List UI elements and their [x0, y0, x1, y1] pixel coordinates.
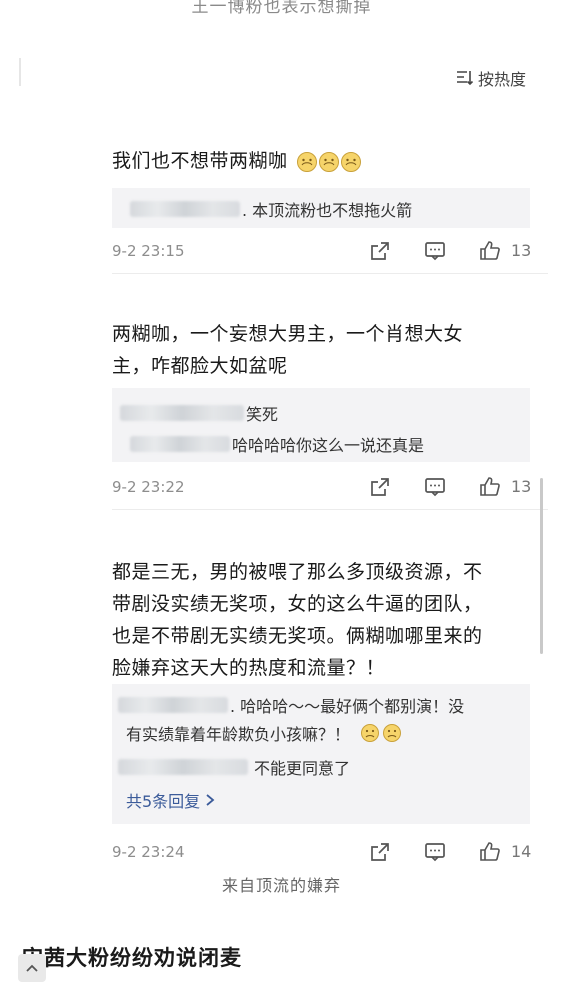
reply-text: 哈哈哈哈你这么一说还真是 [232, 436, 425, 455]
left-divider [19, 58, 21, 86]
like-count: 13 [511, 477, 532, 496]
thumbs-up-icon[interactable] [478, 239, 502, 263]
comment-meta-2: 9-2 23:22 13 [112, 475, 532, 499]
thumbs-up-icon[interactable] [478, 475, 502, 499]
blurred-username [120, 405, 244, 421]
comment-text-line: 主，咋都脸大如盆呢 [112, 355, 288, 377]
chevron-up-icon [26, 964, 38, 972]
footer-caption: 来自顶流的嫌弃 [221, 876, 341, 895]
sort-by-hot-button[interactable]: 按热度 [455, 66, 526, 90]
comment-text-line: 都是三无，男的被喂了那么多顶级资源，不 [112, 561, 483, 583]
blurred-username [118, 759, 248, 775]
reply-item[interactable]: 不能更同意了 [118, 754, 350, 780]
comment-3: 都是三无，男的被喂了那么多顶级资源，不 带剧没实绩无奖项，女的这么牛逼的团队， … [112, 556, 532, 684]
sad-face-emoji-icon [361, 724, 402, 742]
reply-text: . 哈哈哈～～最好俩个都别演！没 [230, 697, 465, 716]
reply-item[interactable]: . 本顶流粉也不想拖火箭 [130, 196, 412, 222]
like-count: 13 [511, 241, 532, 260]
comment-2: 两糊咖，一个妄想大男主，一个肖想大女 主，咋都脸大如盆呢 [112, 318, 532, 382]
blurred-username [130, 201, 240, 217]
comment-icon[interactable] [423, 840, 447, 864]
comment-text-line: 脸嫌弃这天大的热度和流量？！ [112, 657, 386, 679]
share-icon[interactable] [368, 840, 392, 864]
blurred-username [118, 697, 228, 713]
comment-text: 我们也不想带两糊咖 [112, 150, 288, 172]
blurred-username [130, 436, 230, 452]
comment-1: 我们也不想带两糊咖 [112, 145, 532, 177]
comment-meta-1: 9-2 23:15 13 [112, 239, 532, 263]
reply-text-continued: 有实绩靠着年龄欺负小孩嘛？！ [126, 720, 404, 746]
comment-icon[interactable] [423, 239, 447, 263]
reply-box-1[interactable]: . 本顶流粉也不想拖火箭 [112, 188, 530, 228]
reply-item[interactable]: . 哈哈哈～～最好俩个都别演！没 [118, 692, 464, 718]
sort-icon [457, 71, 474, 86]
reply-text: 不能更同意了 [254, 759, 351, 778]
reply-box-3[interactable]: . 哈哈哈～～最好俩个都别演！没 有实绩靠着年龄欺负小孩嘛？！ 不能更同意了 共… [112, 684, 530, 824]
more-replies-link[interactable]: 共5条回复 [126, 787, 216, 813]
divider [112, 509, 548, 510]
article-headline: 宋茜大粉纷纷劝说闭麦 [22, 946, 242, 970]
reply-box-2[interactable]: 笑死 哈哈哈哈你这么一说还真是 [112, 388, 530, 462]
top-caption: 王一博粉也表示想撕掉 [191, 0, 372, 17]
timestamp: 9-2 23:22 [112, 478, 185, 496]
reply-item[interactable]: 笑死 [120, 400, 278, 426]
thumbs-up-icon[interactable] [478, 840, 502, 864]
share-icon[interactable] [368, 475, 392, 499]
comment-text-line: 带剧没实绩无奖项，女的这么牛逼的团队， [112, 593, 483, 615]
divider [112, 273, 548, 274]
share-icon[interactable] [368, 239, 392, 263]
reply-text: 有实绩靠着年龄欺负小孩嘛？！ [126, 725, 351, 744]
scrollbar[interactable] [540, 478, 543, 654]
crying-face-emoji-icon [297, 151, 362, 172]
timestamp: 9-2 23:15 [112, 242, 185, 260]
comment-text-line: 也是不带剧无实绩无奖项。俩糊咖哪里来的 [112, 625, 483, 647]
comment-meta-3: 9-2 23:24 14 [112, 840, 532, 864]
reply-item[interactable]: 哈哈哈哈你这么一说还真是 [130, 431, 424, 457]
comment-icon[interactable] [423, 475, 447, 499]
timestamp: 9-2 23:24 [112, 843, 185, 861]
more-replies-label: 共5条回复 [126, 792, 201, 811]
reply-text: . 本顶流粉也不想拖火箭 [242, 201, 413, 220]
chevron-right-icon [206, 794, 215, 806]
sort-label: 按热度 [478, 70, 527, 89]
back-to-top-button[interactable] [18, 954, 46, 982]
like-count: 14 [511, 842, 532, 861]
comment-text-line: 两糊咖，一个妄想大男主，一个肖想大女 [112, 323, 464, 345]
reply-text: 笑死 [246, 405, 279, 424]
